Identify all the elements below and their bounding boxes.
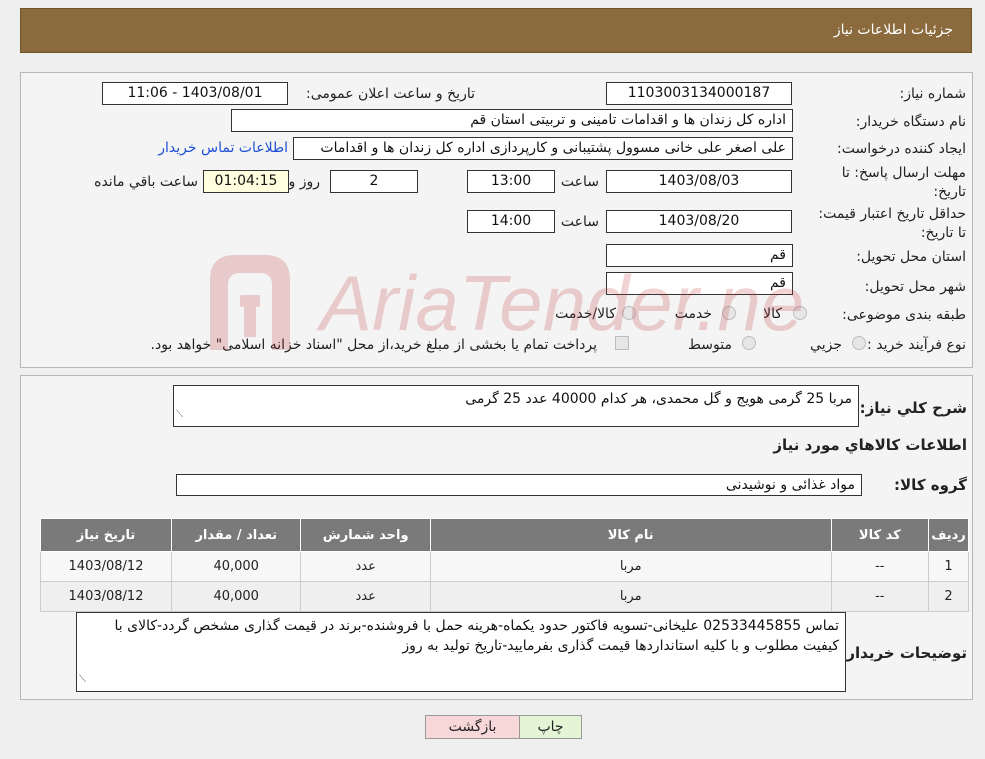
cell-goods-code: -- xyxy=(830,581,930,612)
col-goods-code: کد کالا xyxy=(830,518,930,552)
category-label: طبقه بندی موضوعی: xyxy=(842,307,966,323)
col-goods-name: نام کالا xyxy=(429,518,832,552)
process-note: پرداخت تمام یا بخشی از مبلغ خرید،از محل … xyxy=(150,337,597,353)
print-button[interactable]: چاپ xyxy=(519,715,582,739)
goods-group-label: گروه کالا: xyxy=(894,476,967,494)
process-option-minor: جزیي xyxy=(810,337,842,353)
cell-unit: عدد xyxy=(300,581,431,612)
announce-datetime-field: 1403/08/01 - 11:06 xyxy=(102,82,288,105)
buyer-notes-textarea[interactable]: تماس 02533445855 علیخانی-تسویه فاکتور حد… xyxy=(76,612,846,692)
table-row: 2 -- مربا عدد 40,000 1403/08/12 xyxy=(39,581,969,612)
goods-group-field: مواد غذائی و نوشیدنی xyxy=(176,474,862,496)
buyer-label: نام دستگاه خریدار: xyxy=(855,114,966,130)
goods-table: رديف کد کالا نام کالا واحد شمارش تعداد /… xyxy=(39,518,969,612)
category-radio-goods-service[interactable] xyxy=(622,306,636,320)
process-label: نوع فرآیند خرید : xyxy=(867,337,966,353)
validity-label: حداقل تاریخ اعتبار قیمت: تا تاریخ: xyxy=(818,206,966,241)
cell-goods-name: مربا xyxy=(429,581,832,612)
col-need-date: تاريخ نياز xyxy=(39,518,173,552)
col-quantity: تعداد / مقدار xyxy=(171,518,302,552)
cell-quantity: 40,000 xyxy=(171,581,302,612)
province-label: استان محل تحویل: xyxy=(856,249,966,265)
process-checkbox-treasury[interactable] xyxy=(615,336,629,350)
page-header: جزئیات اطلاعات نیاز xyxy=(20,8,972,53)
deadline-time-field: 13:00 xyxy=(467,170,555,193)
validity-time-field: 14:00 xyxy=(467,210,555,233)
category-radio-service[interactable] xyxy=(722,306,736,320)
category-radio-goods[interactable] xyxy=(793,306,807,320)
remaining-time-field: 01:04:15 xyxy=(203,170,289,193)
announce-datetime-label: تاریخ و ساعت اعلان عمومی: xyxy=(306,86,475,102)
cell-goods-name: مربا xyxy=(429,551,832,582)
days-label: روز و xyxy=(288,174,321,190)
process-radio-medium[interactable] xyxy=(742,336,756,350)
buyer-contact-link[interactable]: اطلاعات تماس خریدار xyxy=(158,140,288,156)
col-unit: واحد شمارش xyxy=(300,518,431,552)
cell-quantity: 40,000 xyxy=(171,551,302,582)
summary-textarea[interactable]: مربا 25 گرمی هویج و گل محمدی، هر کدام 40… xyxy=(173,385,859,427)
deadline-time-label: ساعت xyxy=(560,174,599,190)
cell-unit: عدد xyxy=(300,551,431,582)
table-row: 1 -- مربا عدد 40,000 1403/08/12 xyxy=(39,551,969,582)
process-option-medium: متوسط xyxy=(688,337,732,353)
requester-label: ایجاد کننده درخواست: xyxy=(837,141,966,157)
goods-section-title: اطلاعات کالاهاي مورد نياز xyxy=(773,436,967,454)
city-field: قم xyxy=(606,272,793,295)
need-number-field: 1103003134000187 xyxy=(606,82,792,105)
deadline-label: مهلت ارسال پاسخ: تا تاریخ: xyxy=(841,165,966,200)
requester-field: علی اصغر علی خانی مسوول پشتیبانی و کارپر… xyxy=(293,137,793,160)
need-number-label: شماره نیاز: xyxy=(899,86,967,102)
category-option-goods: کالا xyxy=(763,306,782,322)
process-radio-minor[interactable] xyxy=(852,336,866,350)
table-header-row: رديف کد کالا نام کالا واحد شمارش تعداد /… xyxy=(39,518,969,552)
cell-row-number: 1 xyxy=(928,551,969,582)
cell-need-date: 1403/08/12 xyxy=(39,581,173,612)
cell-need-date: 1403/08/12 xyxy=(39,551,173,582)
deadline-date-field: 1403/08/03 xyxy=(606,170,792,193)
page-title: جزئیات اطلاعات نیاز xyxy=(833,22,953,38)
validity-time-label: ساعت xyxy=(560,214,599,230)
province-field: قم xyxy=(606,244,793,267)
summary-label: شرح کلي نياز: xyxy=(859,399,967,417)
validity-date-field: 1403/08/20 xyxy=(606,210,792,233)
resize-handle-icon[interactable]: ⟋ xyxy=(79,670,86,690)
cell-goods-code: -- xyxy=(830,551,930,582)
category-option-goods-service: کالا/خدمت xyxy=(555,306,616,322)
cell-row-number: 2 xyxy=(928,581,969,612)
city-label: شهر محل تحویل: xyxy=(864,279,966,295)
days-field: 2 xyxy=(330,170,418,193)
remaining-label: ساعت باقي مانده xyxy=(94,174,198,190)
back-button[interactable]: بازگشت xyxy=(425,715,520,739)
buyer-field: اداره کل زندان ها و اقدامات تامینی و ترب… xyxy=(231,109,793,132)
category-option-service: خدمت xyxy=(674,306,712,322)
col-row-number: رديف xyxy=(928,518,969,552)
buyer-notes-label: توضیحات خریدار: xyxy=(840,644,967,662)
resize-handle-icon[interactable]: ⟋ xyxy=(176,405,183,425)
